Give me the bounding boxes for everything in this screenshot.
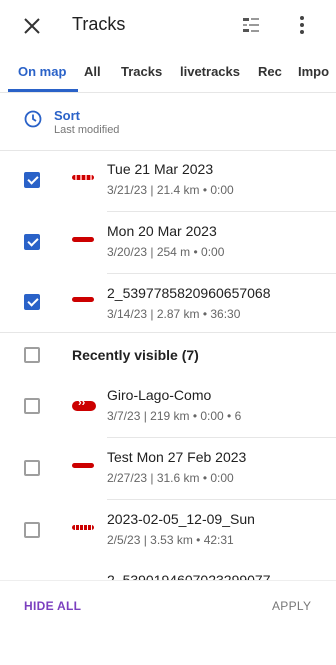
- active-tab-indicator: [8, 89, 78, 92]
- hide-all-button[interactable]: HIDE ALL: [24, 599, 81, 613]
- list-filter-icon[interactable]: [240, 14, 262, 36]
- tab-tracks[interactable]: Tracks: [121, 64, 162, 79]
- list-item[interactable]: 2023-02-05_12-09_Sun 2/5/23 | 3.53 km • …: [0, 500, 336, 562]
- checkbox-unchecked[interactable]: [24, 347, 40, 363]
- track-meta: 3/7/23 | 219 km • 0:00 • 6: [107, 409, 242, 423]
- sort-row[interactable]: Sort Last modified: [0, 96, 336, 148]
- track-name: Giro-Lago-Como: [107, 387, 212, 403]
- track-style-icon: [72, 297, 94, 302]
- tab-import[interactable]: Impo: [298, 64, 329, 79]
- track-style-icon: [72, 463, 94, 468]
- more-vert-icon[interactable]: [292, 14, 312, 36]
- tab-on-map[interactable]: On map: [18, 64, 66, 79]
- checkbox-unchecked[interactable]: [24, 460, 40, 476]
- checkbox-checked[interactable]: [24, 234, 40, 250]
- checkbox-unchecked[interactable]: [24, 522, 40, 538]
- track-style-icon: [72, 525, 94, 530]
- track-style-icon: [72, 237, 94, 242]
- track-meta: 3/14/23 | 2.87 km • 36:30: [107, 307, 241, 321]
- group-label: Recently visible (7): [72, 347, 199, 363]
- sort-label: Sort: [54, 108, 80, 123]
- tab-livetracks[interactable]: livetracks: [180, 64, 240, 79]
- checkbox-unchecked[interactable]: [24, 398, 40, 414]
- track-style-icon: [72, 397, 96, 411]
- close-icon[interactable]: [18, 12, 46, 40]
- list-item[interactable]: Test Mon 27 Feb 2023 2/27/23 | 31.6 km •…: [0, 438, 336, 500]
- page-title: Tracks: [72, 14, 126, 34]
- track-meta: 3/20/23 | 254 m • 0:00: [107, 245, 225, 259]
- track-name: Tue 21 Mar 2023: [107, 161, 214, 177]
- tab-all[interactable]: All: [84, 64, 101, 79]
- track-name: 2_5397785820960657068: [107, 285, 271, 301]
- sort-value: Last modified: [54, 124, 120, 136]
- track-meta: 2/27/23 | 31.6 km • 0:00: [107, 471, 234, 485]
- list-item[interactable]: 2_5397785820960657068 3/14/23 | 2.87 km …: [0, 274, 336, 336]
- tab-rec[interactable]: Rec: [258, 64, 282, 79]
- filter-tabs: On map All Tracks livetracks Rec Impo: [0, 52, 336, 93]
- recently-visible-header[interactable]: Recently visible (7): [0, 333, 336, 377]
- track-name: Mon 20 Mar 2023: [107, 223, 217, 239]
- track-meta: 3/21/23 | 21.4 km • 0:00: [107, 183, 234, 197]
- apply-button[interactable]: APPLY: [272, 599, 311, 613]
- track-meta: 2/5/23 | 3.53 km • 42:31: [107, 533, 234, 547]
- list-item[interactable]: Mon 20 Mar 2023 3/20/23 | 254 m • 0:00: [0, 212, 336, 274]
- list-item[interactable]: Tue 21 Mar 2023 3/21/23 | 21.4 km • 0:00: [0, 150, 336, 212]
- clock-icon: [24, 110, 42, 128]
- checkbox-checked[interactable]: [24, 172, 40, 188]
- top-app-bar: Tracks: [0, 0, 336, 52]
- bottom-action-bar: HIDE ALL APPLY: [0, 580, 336, 665]
- track-name: Test Mon 27 Feb 2023: [107, 449, 247, 465]
- checkbox-checked[interactable]: [24, 294, 40, 310]
- list-item[interactable]: Giro-Lago-Como 3/7/23 | 219 km • 0:00 • …: [0, 376, 336, 438]
- track-name: 2023-02-05_12-09_Sun: [107, 511, 255, 527]
- track-style-icon: [72, 175, 94, 180]
